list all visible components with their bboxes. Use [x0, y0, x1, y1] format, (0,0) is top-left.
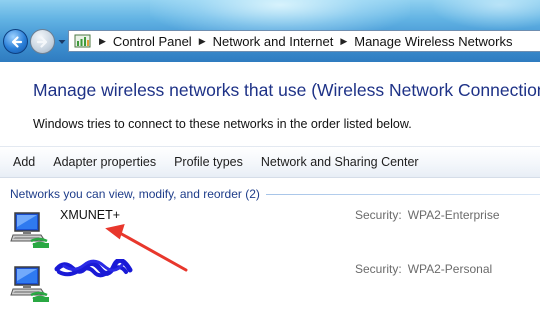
- back-button[interactable]: [3, 29, 28, 54]
- security-label: Security:: [355, 262, 402, 276]
- titlebar-glow-right: [430, 0, 540, 30]
- security-value: WPA2-Enterprise: [407, 208, 500, 222]
- forward-arrow-icon: [36, 35, 47, 48]
- breadcrumb-network-and-internet[interactable]: Network and Internet: [213, 34, 334, 49]
- network-name: XMUNET+: [60, 208, 121, 222]
- redaction-scribble: [54, 259, 133, 278]
- breadcrumb-manage-wireless-networks[interactable]: Manage Wireless Networks: [354, 34, 512, 49]
- security-label: Security:: [355, 208, 402, 222]
- page-description: Windows tries to connect to these networ…: [33, 117, 412, 131]
- address-bar[interactable]: ▶ Control Panel ▶ Network and Internet ▶…: [68, 30, 540, 52]
- network-item-xmunet[interactable]: XMUNET+ Security: WPA2-Enterprise: [0, 205, 540, 263]
- page-title: Manage wireless networks that use (Wirel…: [33, 80, 540, 100]
- security-value: WPA2-Personal: [407, 262, 493, 276]
- breadcrumb-separator-icon[interactable]: ▶: [340, 36, 347, 47]
- profile-types-button[interactable]: Profile types: [165, 155, 252, 169]
- back-arrow-icon: [11, 35, 22, 48]
- window-titlebar: ▶ Control Panel ▶ Network and Internet ▶…: [0, 0, 540, 62]
- control-panel-icon: [74, 34, 91, 48]
- breadcrumb-separator-icon[interactable]: ▶: [99, 36, 106, 47]
- wireless-network-icon: [10, 212, 49, 248]
- group-divider: [265, 193, 540, 195]
- command-toolbar: Add Adapter properties Profile types Net…: [0, 146, 540, 178]
- breadcrumb-separator-icon[interactable]: ▶: [199, 36, 206, 47]
- networks-group-label: Networks you can view, modify, and reord…: [10, 187, 260, 201]
- wireless-network-icon: [10, 266, 49, 302]
- add-button[interactable]: Add: [0, 155, 44, 169]
- adapter-properties-button[interactable]: Adapter properties: [44, 155, 165, 169]
- network-security: Security: WPA2-Personal: [355, 262, 492, 276]
- networks-group-header[interactable]: Networks you can view, modify, and reord…: [10, 186, 540, 202]
- network-and-sharing-center-button[interactable]: Network and Sharing Center: [252, 155, 428, 169]
- breadcrumb-control-panel[interactable]: Control Panel: [113, 34, 192, 49]
- network-item-redacted[interactable]: Security: WPA2-Personal: [0, 259, 540, 317]
- forward-button[interactable]: [30, 29, 55, 54]
- chevron-down-icon[interactable]: [57, 37, 67, 47]
- network-security: Security: WPA2-Enterprise: [355, 208, 500, 222]
